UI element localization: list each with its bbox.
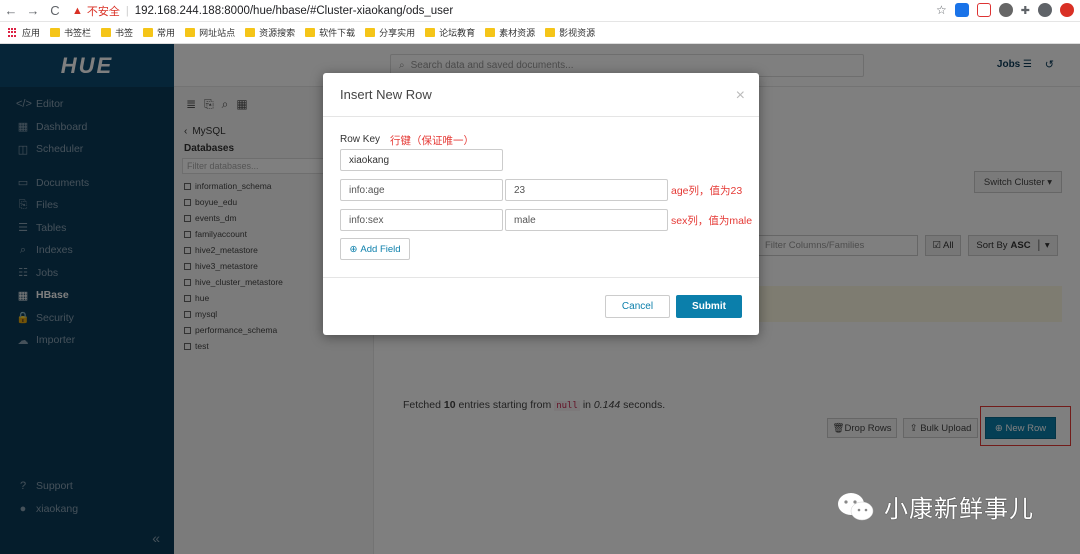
dialog-header: Insert New Row	[323, 73, 759, 117]
folder-icon	[185, 28, 196, 37]
cancel-button[interactable]: Cancel	[605, 295, 670, 318]
extension-icon[interactable]	[976, 3, 991, 17]
extension-icon[interactable]	[998, 3, 1013, 17]
browser-toolbar: ← → C ▲ 不安全 | 192.168.244.188:8000/hue/h…	[0, 0, 1080, 22]
url-text[interactable]: 192.168.244.188:8000/hue/hbase/#Cluster-…	[135, 5, 453, 17]
close-icon[interactable]: ×	[736, 87, 745, 105]
bookmark-folder[interactable]: 论坛教育	[425, 26, 475, 39]
wechat-watermark: 小康新鲜事儿	[836, 489, 1034, 524]
dialog-title: Insert New Row	[340, 87, 432, 102]
bookmark-apps[interactable]: 应用	[8, 26, 40, 39]
field-annotation: age列，值为23	[671, 185, 743, 197]
field-column-input[interactable]: info:sex	[340, 209, 503, 231]
address-bar[interactable]: ▲ 不安全 | 192.168.244.188:8000/hue/hbase/#…	[72, 1, 453, 21]
forward-button[interactable]: →	[22, 3, 44, 18]
extensions-area: ☆ ✚	[936, 3, 1074, 17]
insert-row-dialog: Insert New Row × Row Key 行键（保证唯一） xiaoka…	[323, 73, 759, 335]
folder-icon	[143, 28, 154, 37]
field-value-input[interactable]: male	[505, 209, 668, 231]
bookmark-folder[interactable]: 书签栏	[50, 26, 91, 39]
folder-icon	[50, 28, 61, 37]
add-field-button[interactable]: ⊕ Add Field	[340, 238, 410, 260]
security-warning[interactable]: 不安全	[87, 3, 120, 19]
folder-icon	[305, 28, 316, 37]
bookmarks-bar: 应用 书签栏 书签 常用 网址站点 资源搜索 软件下载 分享实用 论坛教育 素材…	[0, 22, 1080, 44]
field-value-input[interactable]: 23	[505, 179, 668, 201]
folder-icon	[485, 28, 496, 37]
watermark-text: 小康新鲜事儿	[884, 495, 1034, 523]
extension-icon[interactable]	[954, 3, 969, 17]
bookmark-folder[interactable]: 资源搜索	[245, 26, 295, 39]
bookmark-folder[interactable]: 软件下载	[305, 26, 355, 39]
row-key-label: Row Key	[340, 134, 381, 145]
warning-icon: ▲	[72, 4, 83, 17]
submit-button[interactable]: Submit	[676, 295, 742, 318]
bookmark-folder[interactable]: 分享实用	[365, 26, 415, 39]
wechat-logo-icon	[836, 491, 876, 523]
row-key-annotation: 行键（保证唯一）	[390, 135, 474, 147]
back-button[interactable]: ←	[0, 3, 22, 18]
dialog-footer: Cancel Submit	[323, 277, 759, 335]
bookmark-star-icon[interactable]: ☆	[936, 3, 947, 17]
folder-icon	[245, 28, 256, 37]
folder-icon	[425, 28, 436, 37]
bookmark-folder[interactable]: 常用	[143, 26, 175, 39]
reload-button[interactable]: C	[44, 3, 66, 18]
apps-icon	[8, 27, 18, 38]
folder-icon	[365, 28, 376, 37]
folder-icon	[545, 28, 556, 37]
bookmark-folder[interactable]: 网址站点	[185, 26, 235, 39]
field-annotation: sex列，值为male	[671, 215, 753, 227]
extension-icon[interactable]	[1060, 3, 1074, 17]
field-column-input[interactable]: info:age	[340, 179, 503, 201]
bookmark-folder[interactable]: 影视资源	[545, 26, 595, 39]
plus-circle-icon: ⊕	[349, 243, 358, 255]
url-divider: |	[125, 4, 129, 17]
bookmark-folder[interactable]: 书签	[101, 26, 133, 39]
row-key-input[interactable]: xiaokang	[340, 149, 503, 171]
folder-icon	[101, 28, 112, 37]
profile-icon[interactable]	[1038, 3, 1052, 17]
puzzle-icon[interactable]: ✚	[1021, 4, 1030, 17]
bookmark-folder[interactable]: 素材资源	[485, 26, 535, 39]
